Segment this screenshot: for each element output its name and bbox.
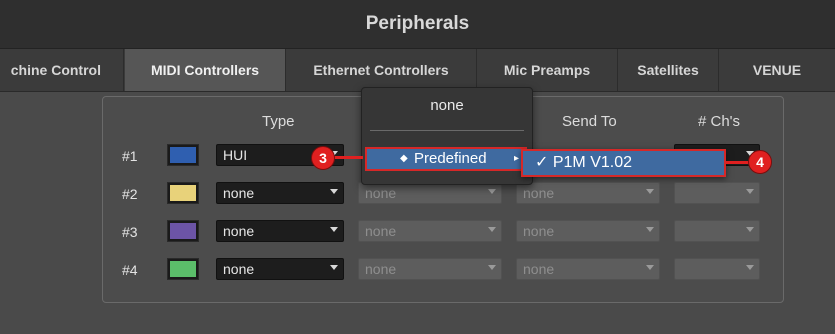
submenu-arrow-icon: ▸ bbox=[513, 153, 519, 164]
tab-midi-controllers[interactable]: MIDI Controllers bbox=[125, 49, 286, 91]
chevron-down-icon bbox=[646, 227, 654, 232]
controller-color-swatch[interactable] bbox=[167, 144, 199, 166]
menu-item-predefined-label: Predefined bbox=[414, 150, 487, 167]
tab-satellites[interactable]: Satellites bbox=[618, 49, 719, 91]
controller-color-swatch[interactable] bbox=[167, 182, 199, 204]
chevron-down-icon bbox=[488, 189, 496, 194]
row-number: #4 bbox=[122, 262, 138, 278]
send-to-select[interactable]: none bbox=[516, 220, 660, 242]
controller-color-swatch[interactable] bbox=[167, 220, 199, 242]
chevron-down-icon bbox=[488, 265, 496, 270]
type-select-value: none bbox=[223, 223, 255, 239]
tab-venue[interactable]: VENUE bbox=[719, 49, 835, 91]
type-select[interactable]: none bbox=[216, 220, 344, 242]
chevron-down-icon bbox=[488, 227, 496, 232]
window-title: Peripherals bbox=[365, 13, 470, 34]
chevron-down-icon bbox=[746, 189, 754, 194]
send-to-column-header: Send To bbox=[562, 113, 617, 130]
type-select-value: none bbox=[223, 185, 255, 201]
type-select-value: none bbox=[223, 261, 255, 277]
send-to-value: none bbox=[523, 185, 555, 201]
bullet-icon: ◆ bbox=[400, 153, 408, 164]
controller-color-swatch[interactable] bbox=[167, 258, 199, 280]
type-select[interactable]: none bbox=[216, 182, 344, 204]
row-number: #3 bbox=[122, 224, 138, 240]
chevron-down-icon bbox=[330, 227, 338, 232]
chevron-down-icon bbox=[330, 265, 338, 270]
row-number: #1 bbox=[122, 148, 138, 164]
tab-bar: chine Control MIDI Controllers Ethernet … bbox=[0, 49, 835, 92]
receive-from-value: none bbox=[365, 261, 397, 277]
chevron-down-icon bbox=[646, 189, 654, 194]
callout-line bbox=[726, 161, 750, 164]
tab-ethernet-controllers[interactable]: Ethernet Controllers bbox=[286, 49, 477, 91]
tab-machine-control[interactable]: chine Control bbox=[0, 49, 124, 91]
receive-from-select[interactable]: none bbox=[358, 182, 502, 204]
chevron-down-icon bbox=[746, 265, 754, 270]
receive-from-value: none bbox=[365, 223, 397, 239]
chevron-down-icon bbox=[746, 227, 754, 232]
receive-from-select[interactable]: none bbox=[358, 258, 502, 280]
menu-item-none[interactable]: none bbox=[362, 97, 532, 114]
chevron-down-icon bbox=[330, 189, 338, 194]
type-select[interactable]: none bbox=[216, 258, 344, 280]
callout-line bbox=[333, 156, 363, 159]
tab-mic-preamps[interactable]: Mic Preamps bbox=[477, 49, 618, 91]
send-to-select[interactable]: none bbox=[516, 258, 660, 280]
channels-select[interactable] bbox=[674, 182, 760, 204]
row-number: #2 bbox=[122, 186, 138, 202]
channels-select[interactable] bbox=[674, 258, 760, 280]
type-select-value: HUI bbox=[223, 147, 248, 163]
send-to-value: none bbox=[523, 261, 555, 277]
menu-item-predefined[interactable]: ◆ Predefined ▸ bbox=[365, 147, 527, 171]
send-to-value: none bbox=[523, 223, 555, 239]
receive-from-select[interactable]: none bbox=[358, 220, 502, 242]
receive-from-value: none bbox=[365, 185, 397, 201]
callout-badge-3: 3 bbox=[311, 146, 335, 170]
window-titlebar: Peripherals bbox=[0, 0, 835, 49]
channels-select[interactable] bbox=[674, 220, 760, 242]
submenu-item-p1m[interactable]: ✓ P1M V1.02 bbox=[521, 149, 726, 177]
chevron-down-icon bbox=[646, 265, 654, 270]
callout-badge-4: 4 bbox=[748, 150, 772, 174]
menu-separator bbox=[370, 130, 524, 131]
type-column-header: Type bbox=[262, 113, 295, 130]
send-to-select[interactable]: none bbox=[516, 182, 660, 204]
type-dropdown-menu: none ◆ Predefined ▸ bbox=[361, 87, 533, 185]
channels-column-header: # Ch's bbox=[698, 113, 741, 130]
